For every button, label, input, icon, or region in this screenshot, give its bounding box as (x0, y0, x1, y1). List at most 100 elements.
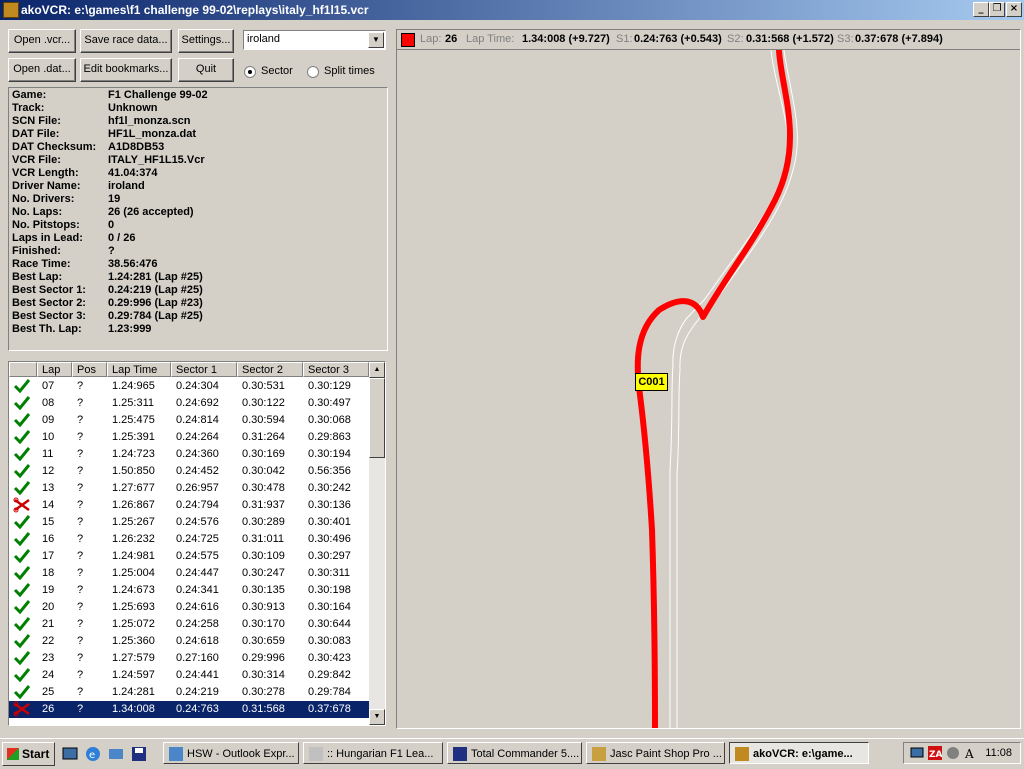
table-row[interactable]: 22? 1.25:360 0.24:618 0.30:659 0.30:083 (9, 633, 369, 650)
table-row[interactable]: 20? 1.25:693 0.24:616 0.30:913 0.30:164 (9, 599, 369, 616)
laptime-label: Lap Time: (466, 33, 515, 45)
edit-bookmarks-button[interactable]: Edit bookmarks... (80, 58, 172, 82)
settings-button[interactable]: Settings... (178, 29, 234, 53)
cell-s3: 0.29:863 (308, 431, 351, 443)
table-row[interactable]: 25? 1.24:281 0.24:219 0.30:278 0.29:784 (9, 684, 369, 701)
open-vcr-button[interactable]: Open .vcr... (8, 29, 76, 53)
table-row[interactable]: 19? 1.24:673 0.24:341 0.30:135 0.30:198 (9, 582, 369, 599)
paintshop-icon (592, 747, 606, 761)
font-tray-icon[interactable]: A (964, 746, 978, 760)
quit-button[interactable]: Quit (178, 58, 234, 82)
cell-pos: ? (77, 635, 84, 647)
s1-value: 0.24:763 (+0.543) (634, 33, 722, 45)
show-desktop-icon[interactable] (62, 746, 78, 762)
table-row[interactable]: 12? 1.50:850 0.24:452 0.30:042 0.56:356 (9, 463, 369, 480)
table-row[interactable]: 08? 1.25:311 0.24:692 0.30:122 0.30:497 (9, 395, 369, 412)
table-row[interactable]: 10? 1.25:391 0.24:264 0.31:264 0.29:863 (9, 429, 369, 446)
settings-tray-icon[interactable] (946, 746, 960, 760)
save-race-data-button[interactable]: Save race data... (80, 29, 172, 53)
table-row[interactable]: 11? 1.24:723 0.24:360 0.30:169 0.30:194 (9, 446, 369, 463)
checkmark-icon (13, 685, 31, 700)
info-value: 0.29:784 (Lap #25) (108, 310, 203, 322)
cell-s3: 0.30:311 (308, 567, 351, 579)
table-row[interactable]: 21? 1.25:072 0.24:258 0.30:170 0.30:644 (9, 616, 369, 633)
taskbar-button-label: Jasc Paint Shop Pro ... (610, 748, 722, 760)
track-view[interactable]: Lap: 26 Lap Time: 1.34:008 (+9.727) S1: … (396, 29, 1021, 729)
scrollbar-thumb[interactable] (369, 378, 385, 458)
laps-table[interactable]: Lap Pos Lap Time Sector 1 Sector 2 Sector 3 0… (8, 361, 386, 726)
close-button[interactable]: × (1006, 2, 1022, 17)
column-header[interactable]: Lap Time (107, 362, 171, 377)
minimize-button[interactable]: _ (973, 2, 989, 17)
restore-button[interactable]: ❐ (989, 2, 1005, 17)
table-row[interactable]: 23? 1.27:579 0.27:160 0.29:996 0.30:423 (9, 650, 369, 667)
table-row[interactable]: 07? 1.24:965 0.24:304 0.30:531 0.30:129 (9, 378, 369, 395)
svg-text:ZA: ZA (929, 750, 942, 760)
cell-s3: 0.30:194 (308, 448, 351, 460)
ie-quicklaunch-icon[interactable]: e (85, 746, 101, 762)
cell-s3: 0.30:242 (308, 482, 351, 494)
taskbar-button[interactable]: Jasc Paint Shop Pro ... (586, 742, 725, 764)
info-key: DAT File: (12, 128, 60, 140)
cell-s1: 0.24:341 (176, 584, 219, 596)
svg-text:e: e (89, 750, 95, 761)
column-header[interactable]: Pos (72, 362, 107, 377)
table-row[interactable]: 09? 1.25:475 0.24:814 0.30:594 0.30:068 (9, 412, 369, 429)
info-key: Driver Name: (12, 180, 81, 192)
cell-s2: 0.30:278 (242, 686, 285, 698)
radio-unchecked-icon[interactable] (307, 66, 319, 78)
cell-lap: 07 (42, 380, 55, 392)
cell-lap: 21 (42, 618, 55, 630)
cell-s3: 0.30:198 (308, 584, 351, 596)
cell-pos: ? (77, 652, 84, 664)
driver-select[interactable]: iroland ▼ (243, 30, 386, 50)
radio-checked-icon[interactable] (244, 66, 256, 78)
sector-radio-label: Sector (261, 65, 293, 77)
outlook-quicklaunch-icon[interactable] (108, 746, 124, 762)
cell-time: 1.27:579 (112, 652, 155, 664)
cell-lap: 14 (42, 499, 55, 511)
cell-s1: 0.24:304 (176, 380, 219, 392)
table-row[interactable]: 13? 1.27:677 0.26:957 0.30:478 0.30:242 (9, 480, 369, 497)
floppy-quicklaunch-icon[interactable] (131, 746, 147, 762)
taskbar-button[interactable]: Total Commander 5.... (447, 742, 582, 764)
table-row[interactable]: 14? 1.26:867 0.24:794 0.31:937 0.30:136 (9, 497, 369, 514)
info-value: 0.29:996 (Lap #23) (108, 297, 203, 309)
table-row[interactable]: 26? 1.34:008 0.24:763 0.31:568 0.37:678 (9, 701, 369, 718)
table-row[interactable]: 15? 1.25:267 0.24:576 0.30:289 0.30:401 (9, 514, 369, 531)
zonealarm-icon[interactable]: ZA (928, 746, 942, 760)
scroll-up-icon[interactable]: ▲ (369, 362, 385, 378)
taskbar-button[interactable]: :: Hungarian F1 Lea... (303, 742, 443, 764)
checkmark-icon (13, 600, 31, 615)
column-header[interactable] (9, 362, 37, 377)
table-row[interactable]: 17? 1.24:981 0.24:575 0.30:109 0.30:297 (9, 548, 369, 565)
column-header[interactable]: Sector 1 (171, 362, 237, 377)
column-header[interactable]: Sector 3 (303, 362, 369, 377)
info-value: 0.24:219 (Lap #25) (108, 284, 203, 296)
chevron-down-icon[interactable]: ▼ (368, 32, 384, 48)
table-row[interactable]: 24? 1.24:597 0.24:441 0.30:314 0.29:842 (9, 667, 369, 684)
split-times-radio-label: Split times (324, 65, 375, 77)
s2-label: S2: (727, 33, 744, 45)
cell-pos: ? (77, 601, 84, 613)
car-marker-label[interactable]: C001 (635, 373, 668, 391)
taskbar-button[interactable]: HSW - Outlook Expr... (163, 742, 299, 764)
s3-label: S3: (837, 33, 854, 45)
network-icon[interactable] (910, 746, 924, 760)
scroll-down-icon[interactable]: ▼ (369, 709, 385, 725)
vertical-scrollbar[interactable]: ▲ ▼ (369, 362, 385, 725)
table-row[interactable]: 16? 1.26:232 0.24:725 0.31:011 0.30:496 (9, 531, 369, 548)
cell-lap: 10 (42, 431, 55, 443)
column-header[interactable]: Sector 2 (237, 362, 303, 377)
table-row[interactable]: 18? 1.25:004 0.24:447 0.30:247 0.30:311 (9, 565, 369, 582)
cell-s2: 0.30:042 (242, 465, 285, 477)
open-dat-button[interactable]: Open .dat... (8, 58, 76, 82)
taskbar-button[interactable]: akoVCR: e:\game... (729, 742, 869, 764)
system-tray: ZA A 11:08 (903, 742, 1021, 764)
checkmark-icon (13, 532, 31, 547)
info-value: 26 (26 accepted) (108, 206, 194, 218)
info-value: A1D8DB53 (108, 141, 165, 153)
cell-s2: 0.30:531 (242, 380, 285, 392)
column-header[interactable]: Lap (37, 362, 72, 377)
start-button[interactable]: Start (2, 742, 55, 766)
